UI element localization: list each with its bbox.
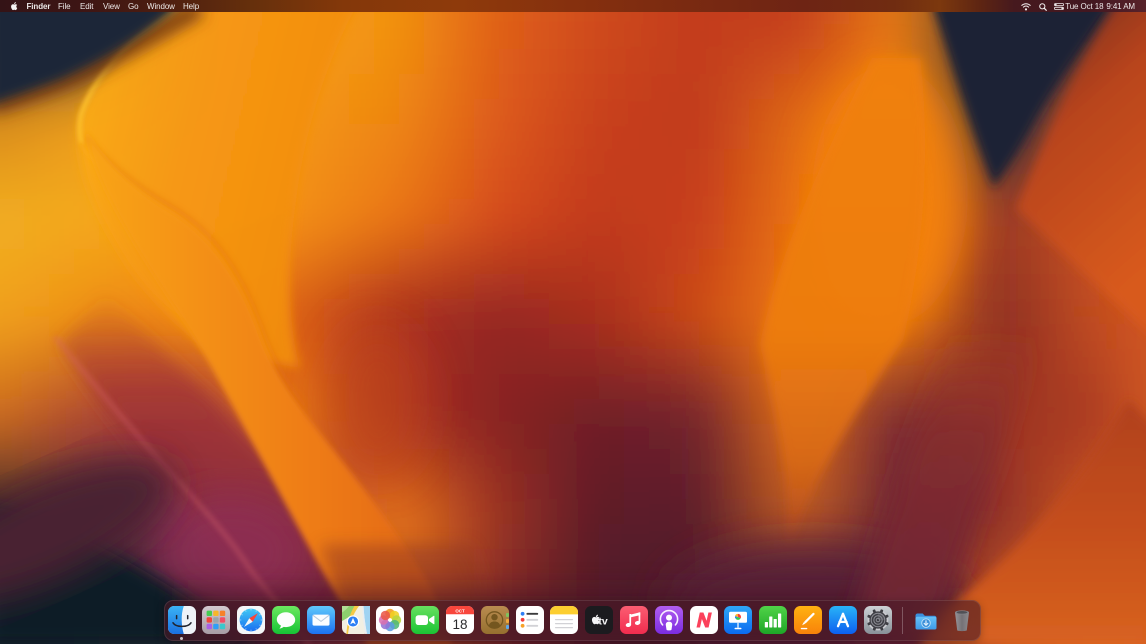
svg-text:18: 18 [452,617,467,632]
svg-text:tv: tv [598,616,607,628]
svg-text:OCT: OCT [455,608,465,613]
